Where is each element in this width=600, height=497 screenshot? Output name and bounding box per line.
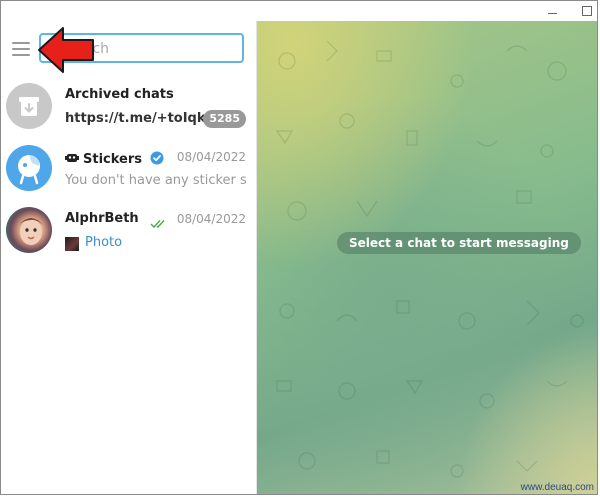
chat-sidebar: rch Archived chats https://t.me/+toIqks.…	[1, 21, 257, 494]
chat-preview: Photo	[85, 235, 123, 250]
user-photo-avatar	[6, 207, 52, 253]
title-bar	[1, 1, 597, 21]
chat-preview: https://t.me/+toIqks...	[65, 111, 205, 126]
chat-date: 08/04/2022	[176, 150, 246, 164]
doodle-pattern-icon	[275, 40, 584, 478]
archive-avatar	[6, 83, 52, 129]
minimize-button[interactable]	[539, 3, 565, 19]
user-photo-icon	[19, 218, 43, 245]
sticker-bot-icon	[18, 155, 40, 185]
chat-name: Archived chats	[65, 87, 174, 102]
maximize-icon	[582, 6, 592, 16]
sticker-bot-avatar	[6, 145, 52, 191]
chat-row-stickers[interactable]: Stickers 08/04/2022 You don't have any s…	[1, 141, 256, 203]
chat-date: 08/04/2022	[176, 212, 246, 226]
unread-badge: 5285	[203, 110, 246, 128]
maximize-button[interactable]	[574, 3, 600, 19]
chat-name: AlphrBeth	[65, 211, 139, 226]
chat-row-alphrbeth[interactable]: AlphrBeth 08/04/2022 Photo	[1, 203, 256, 265]
chat-preview: You don't have any sticker se...	[65, 173, 247, 188]
verified-badge-icon	[150, 151, 164, 165]
red-annotation-arrow-icon	[38, 27, 94, 73]
bot-icon	[65, 152, 79, 162]
chat-name: Stickers	[83, 152, 143, 167]
chat-name-wrap: Stickers	[65, 149, 164, 167]
photo-thumbnail-icon	[65, 237, 79, 251]
chat-background-area: Select a chat to start messaging	[257, 21, 597, 494]
chat-row-archived[interactable]: Archived chats https://t.me/+toIqks... 5…	[1, 79, 256, 141]
hamburger-menu-icon	[12, 42, 30, 44]
watermark: www.deuaq.com	[520, 482, 594, 493]
double-check-icon	[150, 214, 168, 229]
hamburger-menu-button[interactable]	[9, 38, 33, 58]
archive-icon	[19, 97, 39, 116]
select-chat-placeholder: Select a chat to start messaging	[337, 232, 581, 254]
minimize-icon	[547, 12, 557, 14]
